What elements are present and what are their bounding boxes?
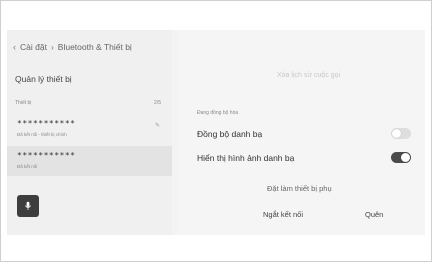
device-list-label: Thiết bị (15, 100, 32, 106)
device-count: 2/5 (154, 100, 161, 106)
set-secondary-device-button[interactable]: Đặt làm thiết bị phụ (267, 184, 332, 193)
sync-status-text: Đang đồng bộ hóa (197, 110, 239, 116)
setting-label: Hiển thị hình ảnh danh bạ (197, 153, 295, 163)
sync-contacts-toggle[interactable] (391, 128, 411, 139)
microphone-icon (25, 201, 31, 210)
breadcrumb-current: Bluetooth & Thiết bị (57, 42, 132, 52)
forget-device-button[interactable]: Quên (365, 210, 383, 219)
microphone-button[interactable] (17, 195, 39, 217)
show-contact-photos-toggle[interactable] (391, 152, 411, 163)
section-title: Quản lý thiết bị (15, 74, 72, 84)
device-name: *********** (17, 119, 76, 128)
device-status: Đã kết nối (17, 164, 38, 169)
toggle-knob (401, 153, 410, 162)
device-management-panel: ‹ Cài đặt › Bluetooth & Thiết bị Quản lý… (7, 30, 172, 235)
toggle-knob (392, 129, 401, 138)
pencil-icon[interactable]: ✎ (155, 122, 160, 129)
clear-call-history-button[interactable]: Xóa lịch sử cuộc gọi (277, 72, 340, 79)
device-list-header: Thiết bị 2/5 (15, 100, 165, 110)
device-detail-panel: Xóa lịch sử cuộc gọi Đang đồng bộ hóa Đồ… (177, 30, 425, 235)
breadcrumb-separator-icon: › (50, 42, 54, 52)
breadcrumb[interactable]: ‹ Cài đặt › Bluetooth & Thiết bị (13, 40, 132, 54)
chevron-left-icon[interactable]: ‹ (13, 42, 16, 52)
breadcrumb-root[interactable]: Cài đặt (20, 42, 47, 52)
setting-show-contact-photos[interactable]: Hiển thị hình ảnh danh bạ (197, 151, 419, 167)
device-item-selected[interactable]: *********** Đã kết nối (7, 146, 172, 176)
setting-sync-contacts[interactable]: Đồng bộ danh bạ (197, 127, 419, 143)
disconnect-button[interactable]: Ngắt kết nối (263, 210, 303, 219)
setting-label: Đồng bộ danh bạ (197, 129, 263, 139)
device-item-primary[interactable]: *********** Đã kết nối - thiết bị chính … (7, 114, 172, 144)
device-name: *********** (17, 151, 76, 160)
device-status: Đã kết nối - thiết bị chính (17, 132, 67, 137)
infotainment-screen: ‹ Cài đặt › Bluetooth & Thiết bị Quản lý… (7, 30, 425, 235)
